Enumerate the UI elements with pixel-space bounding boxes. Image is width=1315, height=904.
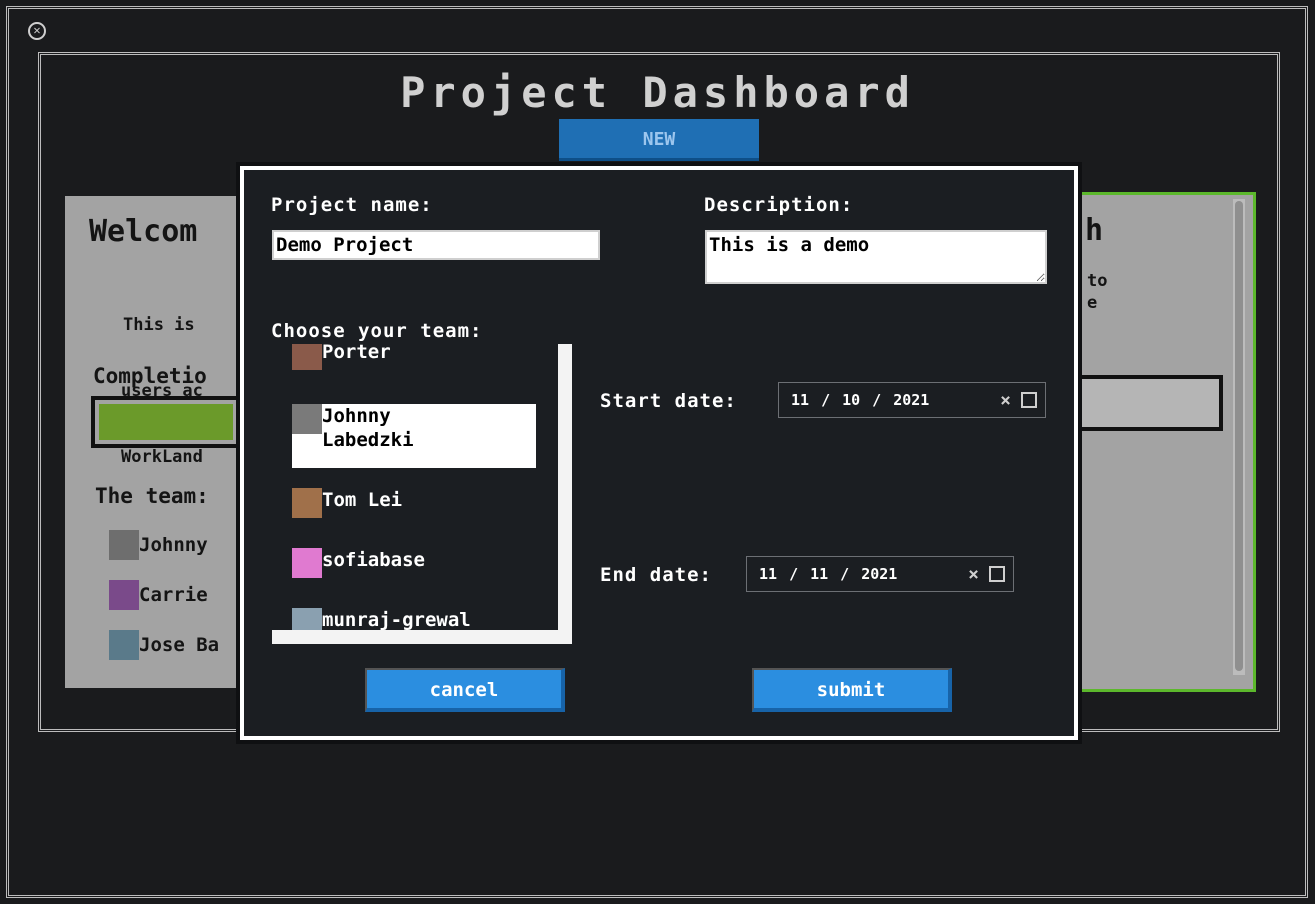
team-option-label: Johnny Labedzki — [322, 405, 414, 451]
team-option-selected[interactable]: Johnny Labedzki — [292, 404, 536, 468]
date-separator: / — [821, 391, 831, 409]
list-vertical-scrollbar-thumb[interactable] — [562, 410, 568, 430]
end-month[interactable]: 11 — [759, 565, 777, 583]
avatar — [292, 548, 322, 578]
cancel-button[interactable]: cancel — [365, 668, 565, 712]
welcome-intro: This is users ac WorkLand — [121, 270, 203, 512]
end-date-input[interactable]: 11 / 11 / 2021 × — [746, 556, 1014, 592]
team-option-label: Tom Lei — [322, 489, 403, 511]
team-member: Johnny — [109, 530, 208, 560]
info-line: to — [1087, 271, 1108, 291]
team-option-label: Porter — [322, 344, 391, 363]
calendar-icon[interactable] — [1021, 392, 1037, 408]
team-member-name: Johnny — [139, 534, 208, 556]
avatar — [109, 530, 139, 560]
completion-label: Completio — [93, 364, 207, 388]
team-select-label: Choose your team: — [271, 320, 483, 342]
intro-line: WorkLand — [121, 447, 203, 467]
list-horizontal-scrollbar-thumb[interactable] — [274, 633, 522, 640]
end-year[interactable]: 2021 — [861, 565, 897, 583]
avatar — [109, 630, 139, 660]
list-horizontal-scrollbar[interactable] — [272, 630, 558, 642]
date-separator: / — [840, 565, 850, 583]
team-member-name: Jose Ba — [139, 634, 220, 656]
end-day[interactable]: 11 — [810, 565, 828, 583]
start-date-input[interactable]: 11 / 10 / 2021 × — [778, 382, 1046, 418]
description-label: Description: — [704, 194, 854, 216]
info-bar — [1081, 375, 1223, 431]
submit-button[interactable]: submit — [752, 668, 952, 712]
info-card: h to e — [1078, 192, 1256, 692]
page-title: Project Dashboard — [400, 68, 915, 117]
team-member-name: Carrie — [139, 584, 208, 606]
team-select-list[interactable]: Porter Johnny Labedzki Tom Lei sofiabase… — [272, 344, 572, 644]
team-option-label: sofiabase — [322, 549, 425, 571]
close-icon[interactable]: ✕ — [28, 22, 46, 40]
avatar — [292, 608, 322, 630]
avatar — [292, 344, 322, 370]
team-option[interactable]: munraj-grewal — [292, 608, 536, 631]
date-separator: / — [789, 565, 799, 583]
new-project-modal: Project name: Description: This is a dem… — [240, 166, 1078, 740]
team-option-label: munraj-grewal — [322, 609, 471, 631]
team-option[interactable]: sofiabase — [292, 548, 536, 578]
team-member: Carrie — [109, 580, 208, 610]
start-year[interactable]: 2021 — [893, 391, 929, 409]
start-day[interactable]: 10 — [842, 391, 860, 409]
avatar — [292, 488, 322, 518]
date-separator: / — [872, 391, 882, 409]
intro-line: This is — [123, 315, 195, 335]
scrollbar-thumb[interactable] — [1235, 201, 1243, 671]
progress-fill — [99, 404, 233, 440]
team-option[interactable]: Porter — [292, 344, 536, 370]
info-heading: h — [1085, 213, 1104, 248]
avatar — [292, 404, 322, 434]
start-date-label: Start date: — [600, 390, 737, 412]
description-textarea[interactable]: This is a demo — [705, 230, 1047, 284]
team-heading: The team: — [95, 484, 209, 508]
project-name-input[interactable] — [272, 230, 600, 260]
team-option[interactable]: Tom Lei — [292, 488, 536, 518]
start-month[interactable]: 11 — [791, 391, 809, 409]
avatar — [109, 580, 139, 610]
info-line: e — [1087, 293, 1098, 313]
end-date-label: End date: — [600, 564, 712, 586]
project-name-label: Project name: — [271, 194, 433, 216]
new-project-button[interactable]: NEW — [559, 119, 759, 161]
calendar-icon[interactable] — [989, 566, 1005, 582]
clear-icon[interactable]: × — [968, 564, 979, 585]
team-member: Jose Ba — [109, 630, 219, 660]
clear-icon[interactable]: × — [1000, 390, 1011, 411]
welcome-heading: Welcom — [89, 214, 198, 249]
